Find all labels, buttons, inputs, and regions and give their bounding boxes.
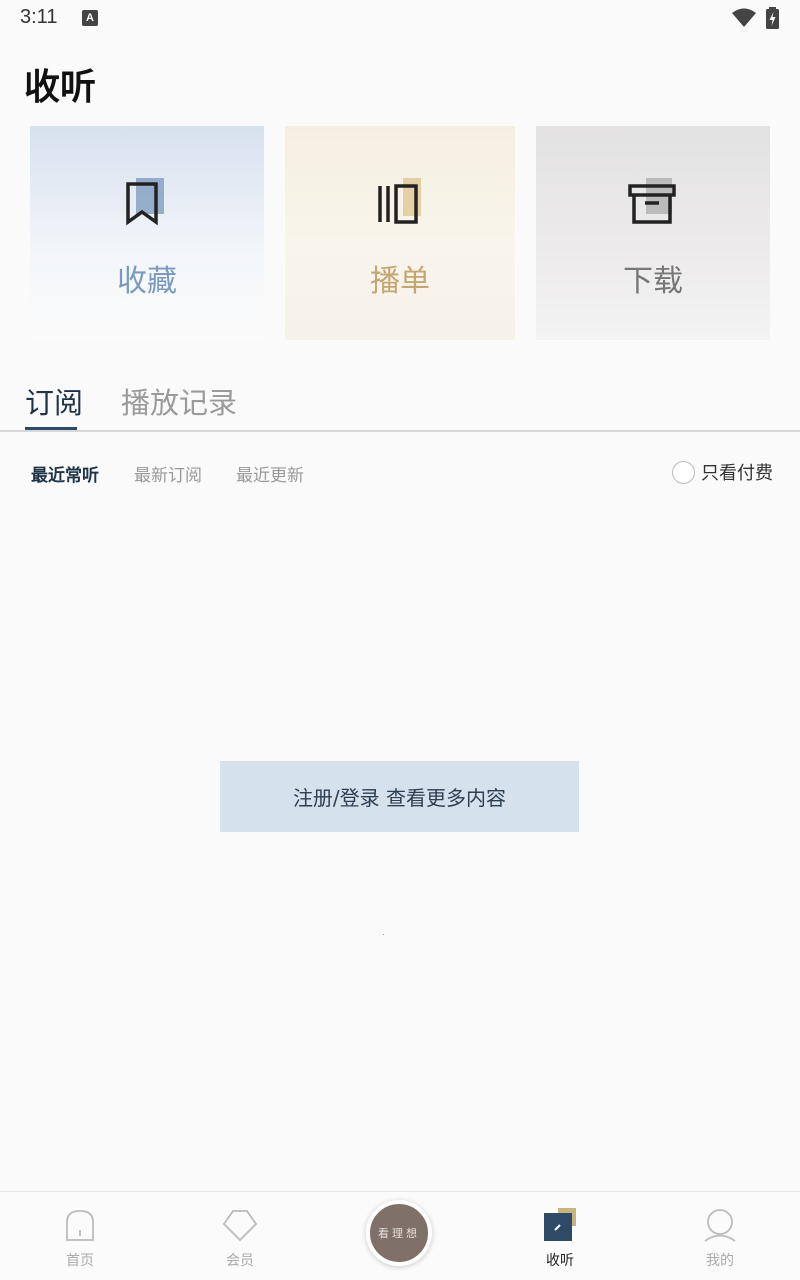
nav-mine[interactable]: 我的 — [640, 1192, 800, 1280]
paid-only-toggle[interactable]: 只看付费 — [672, 459, 773, 485]
playlist-card[interactable]: 播单 — [285, 126, 515, 340]
nav-home-label: 首页 — [66, 1253, 94, 1269]
filter-recent-listen[interactable]: 最近常听 — [31, 461, 99, 486]
tab-subscribe[interactable]: 订阅 — [25, 380, 83, 422]
paid-only-radio[interactable] — [672, 460, 695, 484]
listen-icon — [544, 1208, 576, 1241]
home-icon — [66, 1210, 94, 1241]
archive-box-icon — [628, 178, 676, 224]
nav-mine-label: 我的 — [706, 1253, 734, 1269]
a-icon: A — [82, 10, 98, 26]
status-bar: 3:11 A — [0, 0, 800, 38]
playlist-icon — [378, 178, 421, 224]
battery-charging-icon — [766, 7, 779, 29]
paid-only-label: 只看付费 — [701, 463, 773, 484]
login-register-button[interactable]: 注册/登录 查看更多内容 — [220, 761, 579, 832]
nav-vip-label: 会员 — [226, 1253, 254, 1269]
center-logo-button[interactable]: 看理想 — [366, 1200, 432, 1266]
filter-newest-subscribe[interactable]: 最新订阅 — [134, 461, 202, 486]
diamond-icon — [223, 1210, 257, 1242]
nav-listen[interactable]: 收听 — [480, 1192, 640, 1280]
page-title: 收听 — [24, 67, 97, 108]
nav-listen-label: 收听 — [546, 1253, 574, 1269]
download-card[interactable]: 下载 — [536, 126, 770, 340]
bookmark-icon — [126, 178, 164, 226]
favorites-label: 收藏 — [117, 264, 177, 299]
tab-play-history[interactable]: 播放记录 — [121, 380, 237, 422]
nav-vip[interactable]: 会员 — [160, 1192, 320, 1280]
wifi-icon — [732, 8, 756, 27]
tabs-divider — [0, 430, 800, 432]
playlist-label: 播单 — [370, 264, 430, 299]
download-label: 下载 — [623, 264, 683, 299]
filter-recent-update[interactable]: 最近更新 — [236, 461, 304, 486]
tab-indicator — [25, 427, 77, 430]
user-icon — [704, 1209, 736, 1242]
nav-home[interactable]: 首页 — [0, 1192, 160, 1280]
favorites-card[interactable]: 收藏 — [30, 126, 264, 340]
status-time: 3:11 — [20, 6, 58, 28]
loading-indicator — [383, 934, 384, 935]
